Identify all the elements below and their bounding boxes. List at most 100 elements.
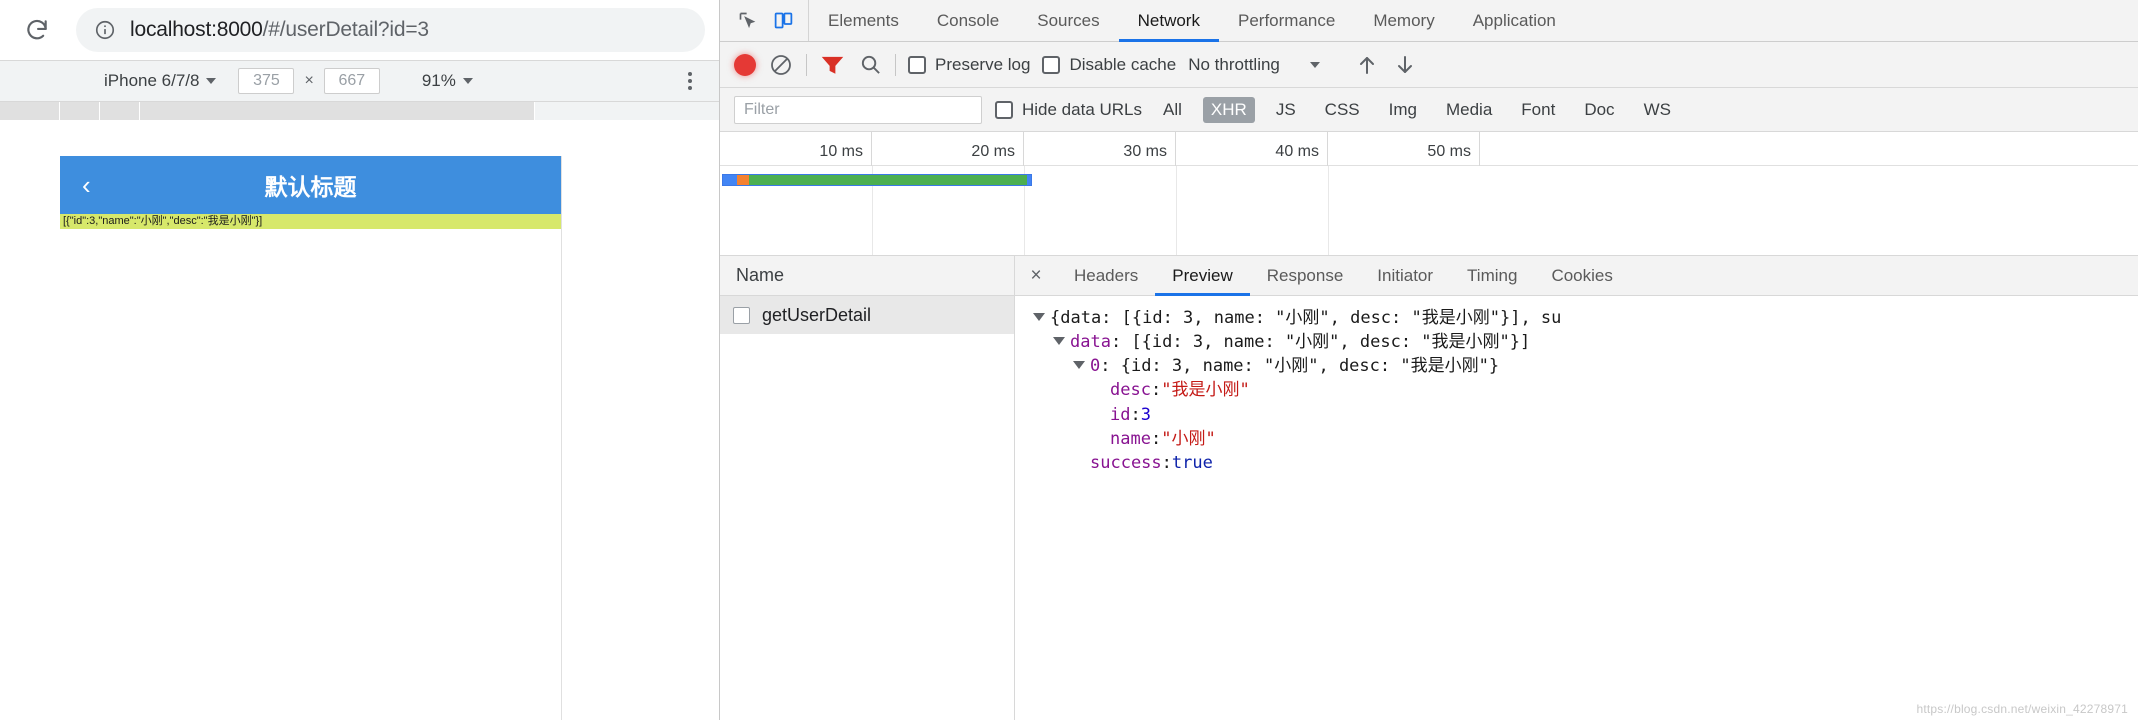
devtools-tabbar: Elements Console Sources Network Perform… (720, 0, 2138, 42)
filter-chip-xhr[interactable]: XHR (1202, 96, 1255, 123)
request-name: getUserDetail (762, 304, 872, 325)
network-timeline[interactable]: 10 ms 20 ms 30 ms 40 ms 50 ms (720, 132, 2138, 256)
timeline-tick: 40 ms (1176, 132, 1328, 166)
chevron-down-icon (462, 78, 473, 84)
device-name: iPhone 6/7/8 (104, 71, 200, 90)
filter-input[interactable]: Filter (734, 95, 982, 124)
json-token: : [{id: 3, name: "小刚", desc: "我是小刚"}] (1110, 332, 1531, 353)
json-token: success (1090, 452, 1162, 473)
json-token: true (1171, 452, 1213, 473)
disclosure-triangle-icon[interactable] (1053, 337, 1065, 346)
inspect-element-icon[interactable] (734, 8, 760, 34)
detail-tab-initiator[interactable]: Initiator (1360, 256, 1450, 295)
filter-chip-js[interactable]: JS (1268, 97, 1304, 123)
json-tree-line: data: [{id: 3, name: "小刚", desc: "我是小刚"}… (1033, 330, 2138, 354)
device-toolbar-icon[interactable] (770, 8, 796, 34)
url-path: /#/userDetail?id=3 (262, 18, 429, 41)
detail-tab-timing[interactable]: Timing (1450, 256, 1534, 295)
column-header-name: Name (736, 265, 785, 285)
disclosure-triangle-icon[interactable] (1073, 361, 1085, 370)
reload-icon[interactable] (14, 7, 60, 53)
browser-pane: localhost:8000/#/userDetail?id=3 iPhone … (0, 0, 720, 720)
filter-chip-media[interactable]: Media (1438, 97, 1500, 123)
tab-label: Sources (1037, 10, 1100, 30)
tab-application[interactable]: Application (1454, 0, 1575, 41)
back-chevron-icon[interactable]: ‹ (82, 172, 91, 198)
table-row[interactable]: getUserDetail (720, 296, 1014, 334)
json-token: {data: [{id: 3, name: "小刚", desc: "我是小刚"… (1050, 308, 1562, 328)
json-token: id (1110, 404, 1131, 425)
filter-chip-font[interactable]: Font (1513, 97, 1563, 123)
checkbox-box[interactable] (908, 55, 926, 74)
json-preview-tree[interactable]: {data: [{id: 3, name: "小刚", desc: "我是小刚"… (1015, 296, 2138, 720)
json-tree-line: desc: "我是小刚" (1033, 378, 2138, 402)
tab-label: Performance (1237, 10, 1336, 30)
json-token: : {id: 3, name: "小刚", desc: "我是小刚"} (1100, 356, 1500, 377)
tab-console[interactable]: Console (918, 0, 1018, 41)
filter-chip-ws[interactable]: WS (1636, 97, 1679, 123)
import-har-icon[interactable] (1354, 52, 1380, 78)
json-debug-strip: [{"id":3,"name":"小刚","desc":"我是小刚"}] (60, 214, 561, 229)
detail-tab-response[interactable]: Response (1250, 256, 1361, 295)
filter-chip-doc[interactable]: Doc (1576, 97, 1622, 123)
tab-label: Network (1137, 10, 1200, 30)
device-select[interactable]: iPhone 6/7/8 (104, 71, 217, 91)
throttling-select[interactable]: No throttling (1188, 55, 1320, 75)
tab-memory[interactable]: Memory (1354, 0, 1453, 41)
hide-data-urls-checkbox[interactable]: Hide data URLs (995, 100, 1142, 120)
tab-sources[interactable]: Sources (1018, 0, 1118, 41)
search-icon[interactable] (857, 52, 883, 78)
url-text: localhost:8000/#/userDetail?id=3 (130, 18, 429, 42)
more-vertical-icon[interactable] (679, 69, 701, 93)
filter-chip-all[interactable]: All (1155, 97, 1190, 123)
dimension-separator: × (304, 72, 314, 89)
preserve-log-checkbox[interactable]: Preserve log (908, 55, 1030, 75)
viewport-ruler (0, 102, 719, 120)
json-token: : (1150, 380, 1162, 401)
checkbox-box[interactable] (1042, 55, 1061, 74)
json-tree-line: {data: [{id: 3, name: "小刚", desc: "我是小刚"… (1033, 306, 2138, 330)
page-info-icon[interactable] (94, 19, 116, 41)
filter-chip-css[interactable]: CSS (1317, 97, 1368, 123)
tab-network[interactable]: Network (1118, 0, 1220, 42)
json-token: "小刚" (1161, 428, 1216, 449)
throttling-value: No throttling (1188, 54, 1280, 74)
json-token: 3 (1140, 404, 1151, 425)
disable-cache-checkbox[interactable]: Disable cache (1042, 55, 1176, 75)
filter-chip-img[interactable]: Img (1381, 97, 1425, 123)
request-list-header[interactable]: Name (720, 256, 1014, 296)
close-icon[interactable]: × (1015, 256, 1057, 295)
disclosure-triangle-icon[interactable] (1033, 313, 1045, 321)
record-button[interactable] (734, 53, 756, 76)
request-detail-tabbar: × Headers Preview Response Initiator Tim… (1015, 256, 2138, 296)
detail-tab-cookies[interactable]: Cookies (1534, 256, 1629, 295)
json-token: : (1130, 404, 1141, 425)
checkbox-box[interactable] (995, 100, 1013, 119)
zoom-select[interactable]: 91% (422, 71, 473, 91)
detail-tab-preview[interactable]: Preview (1155, 256, 1251, 296)
filter-funnel-icon[interactable] (819, 52, 845, 78)
viewport-width-input[interactable]: 375 (238, 68, 295, 94)
url-host: localhost:8000 (130, 18, 263, 41)
tab-elements[interactable]: Elements (809, 0, 918, 41)
clear-icon[interactable] (768, 52, 794, 78)
address-bar[interactable]: localhost:8000/#/userDetail?id=3 (76, 8, 705, 52)
json-token: : (1161, 452, 1172, 473)
viewport-height-input[interactable]: 667 (323, 68, 380, 94)
timeline-tick: 50 ms (1328, 132, 1480, 166)
json-tree-line: 0: {id: 3, name: "小刚", desc: "我是小刚"} (1033, 354, 2138, 378)
timeline-tick: 30 ms (1024, 132, 1176, 166)
export-har-icon[interactable] (1392, 52, 1418, 78)
json-token: 0 (1090, 356, 1101, 377)
detail-tab-headers[interactable]: Headers (1057, 256, 1155, 295)
device-emulation-toolbar: iPhone 6/7/8 375 × 667 91% (0, 60, 719, 102)
preserve-log-label: Preserve log (935, 54, 1031, 74)
timing-segment (1027, 175, 1031, 185)
request-timing-bar (722, 174, 1032, 186)
json-token: desc (1110, 380, 1151, 401)
screen: localhost:8000/#/userDetail?id=3 iPhone … (0, 0, 2138, 720)
tab-performance[interactable]: Performance (1219, 0, 1354, 41)
json-token: name (1110, 428, 1151, 449)
request-type-icon (733, 306, 750, 324)
mobile-app-body (60, 229, 561, 720)
